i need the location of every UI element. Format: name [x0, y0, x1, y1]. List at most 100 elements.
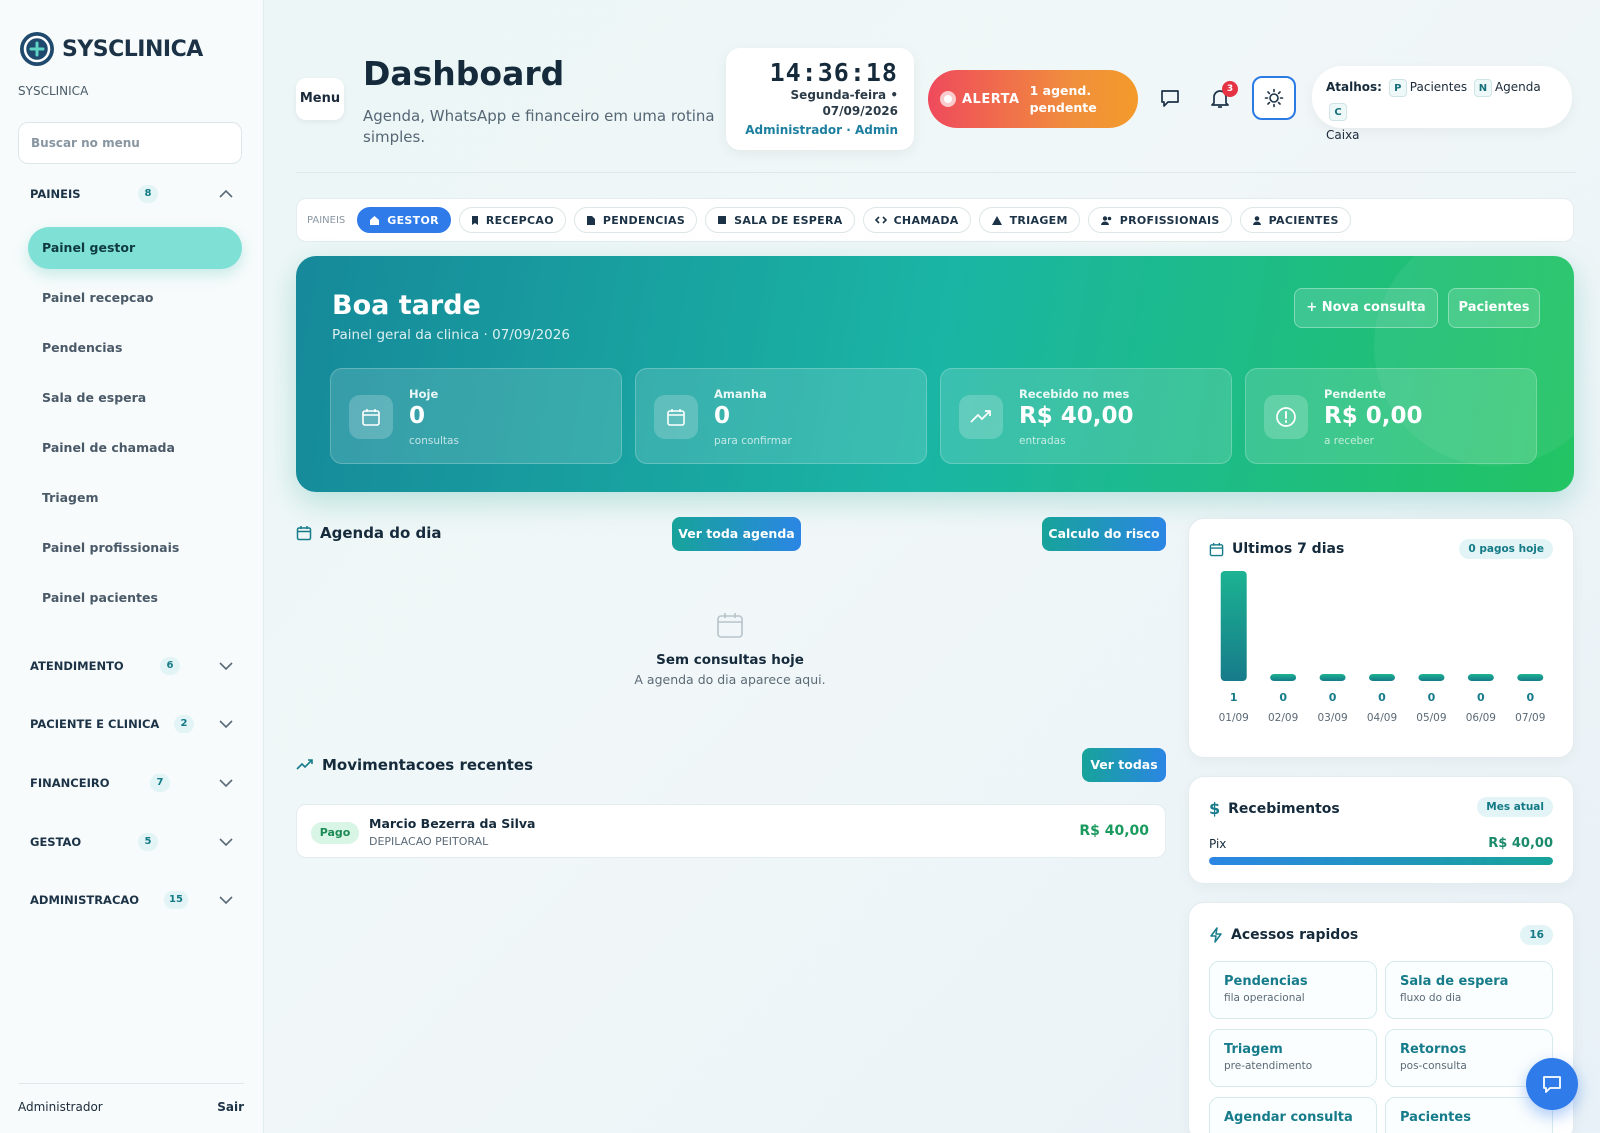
- tab-pendencias[interactable]: PENDENCIAS: [573, 207, 698, 233]
- kpi-sub: consultas: [409, 435, 459, 447]
- kpi-card-tomorrow[interactable]: Amanha 0 para confirmar: [635, 368, 927, 464]
- tab-triagem[interactable]: TRIAGEM: [978, 207, 1080, 233]
- sidebar-item-painel-gestor[interactable]: Painel gestor: [28, 227, 242, 269]
- tab-chamada[interactable]: CHAMADA: [862, 207, 971, 233]
- brand-logo-icon: [20, 32, 54, 66]
- chart-value-label: 0: [1329, 691, 1337, 704]
- quick-link-pendencias[interactable]: Pendencias fila operacional: [1209, 961, 1377, 1019]
- nav-group-paineis[interactable]: PAINEIS 8: [30, 182, 242, 206]
- view-full-agenda-button[interactable]: Ver toda agenda: [672, 517, 801, 551]
- tab-pacientes[interactable]: PACIENTES: [1239, 207, 1351, 233]
- menu-button[interactable]: Menu: [296, 78, 344, 120]
- brand-name: SYSCLINICA: [62, 36, 203, 62]
- nav-group-count: 8: [138, 185, 158, 203]
- shortcuts-label: Atalhos:: [1326, 80, 1382, 94]
- quick-link-sub: fila operacional: [1224, 992, 1305, 1004]
- chart-category-label: 03/09: [1317, 712, 1347, 724]
- alert-pill[interactable]: ALERTA 1 agend. pendente: [928, 70, 1138, 128]
- house-icon: [370, 215, 380, 225]
- kpi-card-received[interactable]: Recebido no mes R$ 40,00 entradas: [940, 368, 1232, 464]
- tab-label: RECEPCAO: [485, 213, 554, 227]
- quick-link-triagem[interactable]: Triagem pre-atendimento: [1209, 1029, 1377, 1087]
- agenda-empty-state: Sem consultas hoje A agenda do dia apare…: [600, 610, 860, 687]
- nav-group-count: 2: [174, 715, 194, 733]
- quick-count-badge: 16: [1520, 925, 1553, 945]
- chat-icon[interactable]: [1158, 86, 1182, 110]
- nav-group-financeiro[interactable]: FINANCEIRO 7: [30, 771, 242, 795]
- nav-group-label: PAINEIS: [30, 187, 81, 201]
- tab-profissionais[interactable]: PROFISSIONAIS: [1087, 207, 1232, 233]
- kpi-card-today[interactable]: Hoje 0 consultas: [330, 368, 622, 464]
- sidebar-item-pendencias[interactable]: Pendencias: [28, 327, 242, 369]
- kpi-sub: para confirmar: [714, 435, 792, 447]
- kpi-value: R$ 40,00: [1019, 403, 1134, 429]
- chart-bar-02-09[interactable]: [1270, 674, 1297, 681]
- quick-link-title: Triagem: [1224, 1042, 1283, 1057]
- sidebar-item-painel-profissionais[interactable]: Painel profissionais: [28, 527, 242, 569]
- quick-link-title: Agendar consulta: [1224, 1110, 1353, 1125]
- shortcut-key[interactable]: C: [1329, 103, 1347, 121]
- nav-group-paciente-e-clinica[interactable]: PACIENTE E CLINICA 2: [30, 712, 242, 736]
- alert-dot-icon: [940, 91, 956, 107]
- quick-link-pacientes[interactable]: Pacientes: [1385, 1097, 1553, 1133]
- quick-link-agendar-consulta[interactable]: Agendar consulta: [1209, 1097, 1377, 1133]
- payment-method-label: Pix: [1209, 837, 1227, 851]
- movement-description: DEPILACAO PEITORAL: [369, 835, 489, 848]
- nav-group-count: 15: [164, 891, 188, 909]
- agenda-section-title: Agenda do dia: [296, 524, 442, 542]
- chat-fab-button[interactable]: [1526, 1058, 1578, 1110]
- shortcut-label: Caixa: [1326, 128, 1360, 142]
- sidebar-item-triagem[interactable]: Triagem: [28, 477, 242, 519]
- tab-label: GESTOR: [387, 213, 439, 227]
- nav-group-atendimento[interactable]: ATENDIMENTO 6: [30, 654, 242, 678]
- risk-calc-button[interactable]: Calculo do risco: [1042, 517, 1166, 551]
- nav-group-gestao[interactable]: GESTAO 5: [30, 830, 242, 854]
- panel-tabs: PAINEIS GESTOR RECEPCAO PENDENCIAS SALA …: [296, 198, 1574, 242]
- tab-label: TRIAGEM: [1009, 213, 1068, 227]
- sidebar-item-painel-pacientes[interactable]: Painel pacientes: [28, 577, 242, 619]
- quick-access-card: Acessos rapidos 16 Pendencias fila opera…: [1188, 902, 1574, 1133]
- view-all-movements-button[interactable]: Ver todas: [1082, 748, 1166, 782]
- sidebar-item-sala-de-espera[interactable]: Sala de espera: [28, 377, 242, 419]
- sidebar-item-painel-recepcao[interactable]: Painel recepcao: [28, 277, 242, 319]
- nav-group-administracao[interactable]: ADMINISTRACAO 15: [30, 888, 242, 912]
- chat-bubble-icon: [1543, 1076, 1561, 1093]
- movement-row[interactable]: Pago Marcio Bezerra da Silva DEPILACAO P…: [296, 804, 1166, 858]
- kpi-card-pending[interactable]: Pendente R$ 0,00 a receber: [1245, 368, 1537, 464]
- new-appointment-button[interactable]: + Nova consulta: [1294, 288, 1438, 328]
- theme-toggle-button[interactable]: [1252, 76, 1296, 120]
- last-7-days-card: Ultimos 7 dias 0 pagos hoje 1000000 01/0…: [1188, 518, 1574, 758]
- chart-bar-01-09[interactable]: [1220, 571, 1247, 681]
- sidebar: SYSCLINICA SYSCLINICA Buscar no menu PAI…: [0, 0, 264, 1133]
- quick-link-sala-de-espera[interactable]: Sala de espera fluxo do dia: [1385, 961, 1553, 1019]
- tab-gestor[interactable]: GESTOR: [357, 207, 451, 233]
- patients-button[interactable]: Pacientes: [1448, 288, 1540, 328]
- nav-group-label: ADMINISTRACAO: [30, 893, 140, 907]
- chart-bar-05-09[interactable]: [1418, 674, 1445, 681]
- chart-bar-03-09[interactable]: [1319, 674, 1346, 681]
- tab-sala-de-espera[interactable]: SALA DE ESPERA: [705, 207, 855, 233]
- movement-value: R$ 40,00: [1079, 823, 1149, 839]
- clock-user: Administrador · Admin: [745, 123, 898, 137]
- tab-recepcao[interactable]: RECEPCAO: [458, 207, 566, 233]
- page-title: Dashboard: [363, 54, 565, 93]
- shortcut-key[interactable]: P: [1388, 79, 1407, 97]
- tab-label: CHAMADA: [893, 213, 959, 227]
- kpi-label: Hoje: [409, 387, 439, 401]
- quick-link-sub: pos-consulta: [1400, 1060, 1467, 1072]
- chart-value-label: 0: [1477, 691, 1485, 704]
- menu-search-input[interactable]: Buscar no menu: [18, 122, 242, 164]
- chart-bar-06-09[interactable]: [1467, 674, 1494, 681]
- tab-label: PACIENTES: [1268, 213, 1339, 227]
- chart-bar-07-09[interactable]: [1517, 674, 1544, 681]
- shortcut-key[interactable]: N: [1473, 79, 1492, 97]
- chart-bar-04-09[interactable]: [1369, 674, 1395, 681]
- movements-section-title: Movimentacoes recentes: [296, 756, 533, 774]
- alert-label: ALERTA: [962, 91, 1020, 107]
- doc-icon: [586, 215, 595, 225]
- logout-button[interactable]: Sair: [217, 1100, 244, 1114]
- brand[interactable]: SYSCLINICA: [18, 30, 203, 68]
- sidebar-item-painel-de-chamada[interactable]: Painel de chamada: [28, 427, 242, 469]
- dollar-icon: $: [1209, 799, 1221, 818]
- chart-value-label: 0: [1428, 691, 1436, 704]
